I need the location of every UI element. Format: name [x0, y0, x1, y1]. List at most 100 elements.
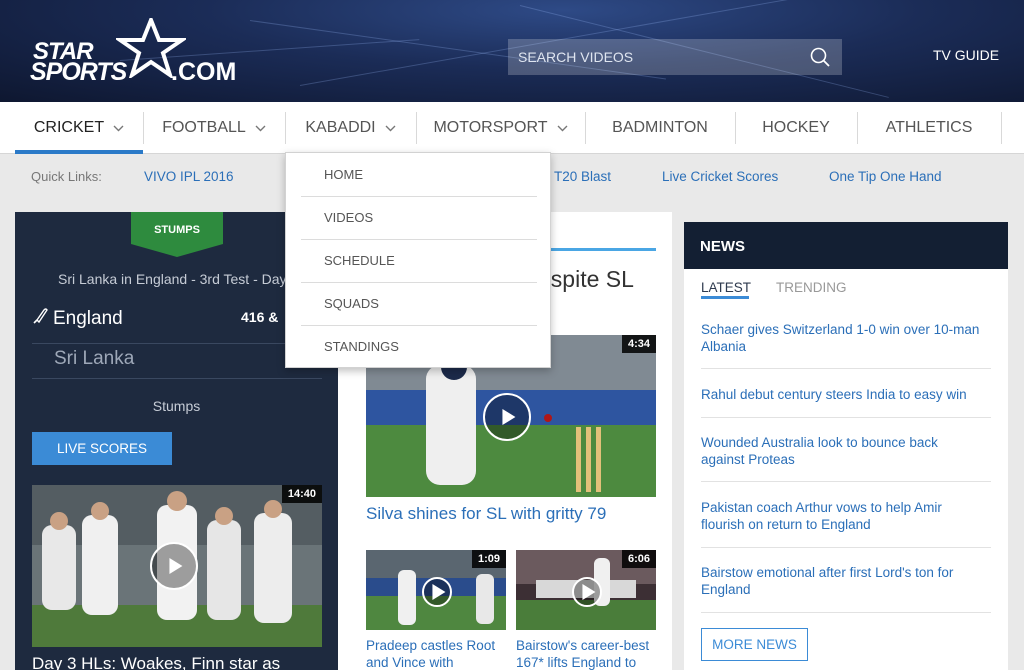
news-item[interactable]: Pakistan coach Arthur vows to help Amir … [701, 499, 991, 533]
menu-divider [301, 282, 537, 283]
quick-link-one-tip-one-hand[interactable]: One Tip One Hand [829, 169, 942, 184]
news-line: Albania [701, 339, 747, 354]
site-header: STAR SPORTS .COM TV GUIDE [0, 0, 1024, 102]
caption-line: 167* lifts England to [516, 655, 637, 670]
small-video-caption[interactable]: Pradeep castles Root and Vince with [366, 637, 506, 670]
tab-latest[interactable]: LATEST [701, 280, 751, 295]
team-score: 416 & [241, 309, 279, 325]
quick-link-vivo-ipl[interactable]: VIVO IPL 2016 [144, 169, 234, 184]
search-icon[interactable] [810, 47, 830, 67]
news-line: Bairstow emotional after first Lord's to… [701, 565, 954, 580]
featured-headline[interactable]: espite SL [538, 266, 634, 293]
nav-item-football[interactable]: FOOTBALL [143, 112, 285, 144]
nav-label: BADMINTON [612, 119, 708, 136]
cricket-bat-icon [33, 308, 48, 324]
active-tab-indicator [15, 150, 143, 154]
menu-item-home[interactable]: HOME [324, 167, 363, 182]
menu-item-videos[interactable]: VIDEOS [324, 210, 373, 225]
play-icon[interactable] [483, 393, 531, 441]
chevron-down-icon [113, 125, 124, 131]
nav-label: CRICKET [33, 119, 105, 136]
search-box [508, 39, 842, 75]
news-item[interactable]: Wounded Australia look to bounce back ag… [701, 434, 991, 468]
kabaddi-dropdown-menu: HOME VIDEOS SCHEDULE SQUADS STANDINGS [285, 152, 551, 368]
video-thumbnail[interactable]: 14:40 [32, 485, 322, 647]
nav-item-hockey[interactable]: HOCKEY [735, 112, 857, 144]
video-caption[interactable]: Day 3 HLs: Woakes, Finn star as [32, 654, 322, 670]
section-accent-rule [543, 248, 656, 251]
team-name: England [53, 308, 123, 329]
caption-line: Pradeep castles Root [366, 638, 496, 653]
nav-item-badminton[interactable]: BADMINTON [585, 112, 735, 144]
nav-item-athletics[interactable]: ATHLETICS [857, 112, 1001, 144]
news-line: Rahul debut century steers India to easy… [701, 387, 967, 402]
quick-link-live-cricket-scores[interactable]: Live Cricket Scores [662, 169, 778, 184]
nav-label: ATHLETICS [885, 119, 973, 136]
team-name: Sri Lanka [54, 348, 135, 369]
news-divider [701, 612, 991, 613]
main-video-caption[interactable]: Silva shines for SL with gritty 79 [366, 504, 606, 524]
play-icon[interactable] [572, 577, 602, 607]
news-divider [701, 417, 991, 418]
small-video-thumbnail[interactable]: 1:09 [366, 550, 506, 630]
news-divider [701, 368, 991, 369]
caption-line: and Vince with [366, 655, 454, 670]
news-item[interactable]: Schaer gives Switzerland 1-0 win over 10… [701, 321, 991, 355]
news-line: Schaer gives Switzerland 1-0 win over 10… [701, 322, 980, 337]
news-line: Pakistan coach Arthur vows to help Amir [701, 500, 942, 515]
active-tab-indicator [701, 296, 749, 299]
tab-trending[interactable]: TRENDING [776, 280, 847, 295]
news-item[interactable]: Rahul debut century steers India to easy… [701, 386, 991, 403]
tv-guide-link[interactable]: TV GUIDE [933, 47, 999, 63]
news-panel: NEWS LATEST TRENDING Schaer gives Switze… [684, 222, 1008, 670]
match-title[interactable]: Sri Lanka in England - 3rd Test - Day [58, 271, 287, 287]
menu-divider [301, 239, 537, 240]
logo-text-sports: SPORTS [30, 58, 127, 86]
site-logo[interactable]: STAR SPORTS .COM [30, 18, 260, 88]
nav-label: HOCKEY [762, 119, 830, 136]
badge-pointer [131, 244, 223, 257]
quick-link-t20-blast[interactable]: T20 Blast [554, 169, 611, 184]
news-line: Wounded Australia look to bounce back [701, 435, 938, 450]
video-duration: 4:34 [621, 335, 656, 353]
play-icon[interactable] [422, 577, 452, 607]
nav-label: KABADDI [305, 119, 376, 136]
nav-item-kabaddi[interactable]: KABADDI [285, 112, 416, 144]
news-line: England [701, 582, 751, 597]
team-row-bowling[interactable]: Sri Lanka [32, 345, 322, 379]
menu-divider [301, 196, 537, 197]
news-item[interactable]: Bairstow emotional after first Lord's to… [701, 564, 991, 598]
news-line: against Proteas [701, 452, 795, 467]
small-video-thumbnail[interactable]: 6:06 [516, 550, 656, 630]
caption-line: Bairstow's career-best [516, 638, 650, 653]
chevron-down-icon [255, 125, 266, 131]
nav-label: FOOTBALL [162, 119, 246, 136]
chevron-down-icon [557, 125, 568, 131]
news-title: NEWS [684, 222, 1008, 269]
match-status-text: Stumps [152, 398, 201, 414]
small-video-caption[interactable]: Bairstow's career-best 167* lifts Englan… [516, 637, 666, 670]
chevron-down-icon [385, 125, 396, 131]
quick-links-label: Quick Links: [31, 169, 102, 184]
nav-item-cricket[interactable]: CRICKET [15, 112, 143, 144]
news-line: flourish on return to England [701, 517, 871, 532]
video-duration: 6:06 [621, 550, 656, 568]
nav-divider [1001, 112, 1002, 144]
sport-nav: CRICKET FOOTBALL KABADDI MOTORSPORT BADM… [0, 102, 1024, 154]
video-duration: 1:09 [471, 550, 506, 568]
news-divider [701, 481, 991, 482]
nav-label: MOTORSPORT [433, 119, 548, 136]
logo-text-com: .COM [171, 58, 237, 86]
menu-item-squads[interactable]: SQUADS [324, 296, 379, 311]
search-input[interactable] [508, 39, 798, 75]
play-icon[interactable] [150, 542, 198, 590]
menu-divider [301, 325, 537, 326]
video-duration: 14:40 [281, 485, 322, 503]
match-status-badge: STUMPS [131, 212, 223, 244]
nav-item-motorsport[interactable]: MOTORSPORT [416, 112, 585, 144]
more-news-button[interactable]: MORE NEWS [701, 628, 808, 661]
menu-item-schedule[interactable]: SCHEDULE [324, 253, 395, 268]
menu-item-standings[interactable]: STANDINGS [324, 339, 399, 354]
live-scores-button[interactable]: LIVE SCORES [32, 432, 172, 465]
news-divider [701, 547, 991, 548]
